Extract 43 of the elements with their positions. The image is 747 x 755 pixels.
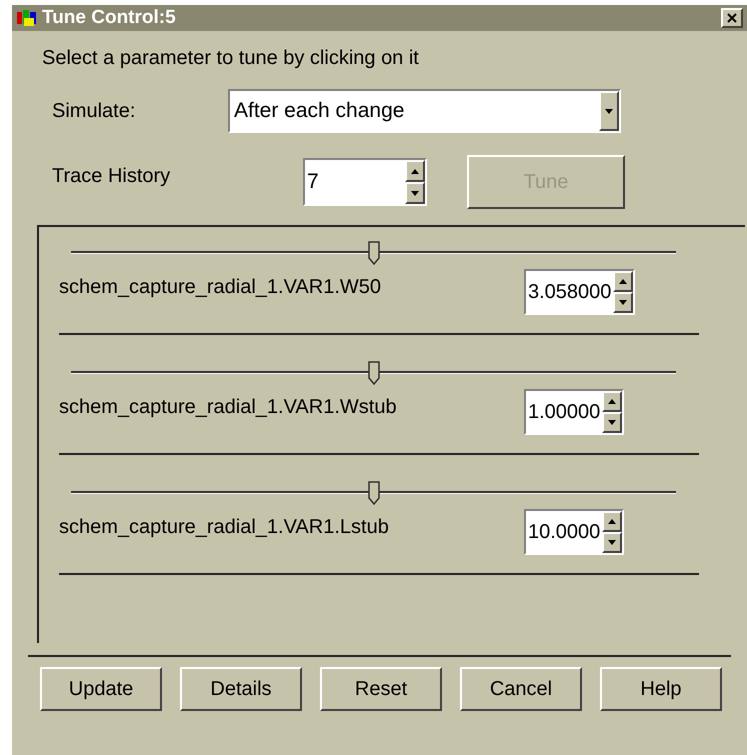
parameter-slider[interactable] <box>71 241 676 265</box>
app-icon <box>16 8 38 28</box>
spin-up-button[interactable] <box>602 511 622 532</box>
dialog-button[interactable]: Help <box>600 667 722 711</box>
down-arrow-icon <box>411 190 419 196</box>
simulate-label: Simulate: <box>52 99 136 124</box>
close-icon <box>727 13 737 23</box>
spin-down-button[interactable] <box>602 532 622 553</box>
window-title: Tune Control:5 <box>42 6 177 30</box>
down-arrow-icon <box>608 420 616 425</box>
down-arrow-icon <box>608 540 616 545</box>
parameter-name: schem_capture_radial_1.VAR1.Lstub <box>59 515 390 540</box>
slider-thumb[interactable] <box>368 481 380 505</box>
spin-up-button[interactable] <box>405 160 425 182</box>
spin-up-button[interactable] <box>602 391 622 412</box>
dialog-button[interactable]: Update <box>40 667 162 711</box>
instruction-text: Select a parameter to tune by clicking on it <box>42 46 420 71</box>
spin-up-button[interactable] <box>613 271 634 292</box>
parameter-name: schem_capture_radial_1.VAR1.Wstub <box>59 395 398 420</box>
close-button[interactable] <box>721 8 743 28</box>
slider-thumb[interactable] <box>368 361 380 385</box>
trace-history-spinbox[interactable]: 7 <box>303 158 427 206</box>
slider-thumb[interactable] <box>368 241 380 265</box>
parameter-value-field[interactable]: 10.0000 <box>524 509 624 555</box>
up-arrow-icon <box>608 519 616 524</box>
dialog-button[interactable]: Cancel <box>460 667 582 711</box>
spin-down-button[interactable] <box>613 292 634 313</box>
parameter-value-field[interactable]: 1.00000 <box>524 389 624 435</box>
up-arrow-icon <box>619 279 628 284</box>
parameter-slider[interactable] <box>71 361 676 385</box>
spin-down-button[interactable] <box>405 182 425 204</box>
down-arrow-icon <box>619 300 628 305</box>
parameter-value-field[interactable]: 3.058000 <box>524 269 636 315</box>
simulate-dropdown[interactable]: After each change <box>228 89 621 133</box>
trace-history-label: Trace History <box>52 164 172 189</box>
parameter-slider[interactable] <box>71 481 676 505</box>
dropdown-arrow-icon <box>605 108 613 114</box>
dialog-button[interactable]: Reset <box>320 667 442 711</box>
dialog-button[interactable]: Details <box>180 667 302 711</box>
up-arrow-icon <box>608 399 616 404</box>
parameter-name: schem_capture_radial_1.VAR1.W50 <box>59 275 382 300</box>
up-arrow-icon <box>411 168 419 174</box>
spin-down-button[interactable] <box>602 412 622 433</box>
